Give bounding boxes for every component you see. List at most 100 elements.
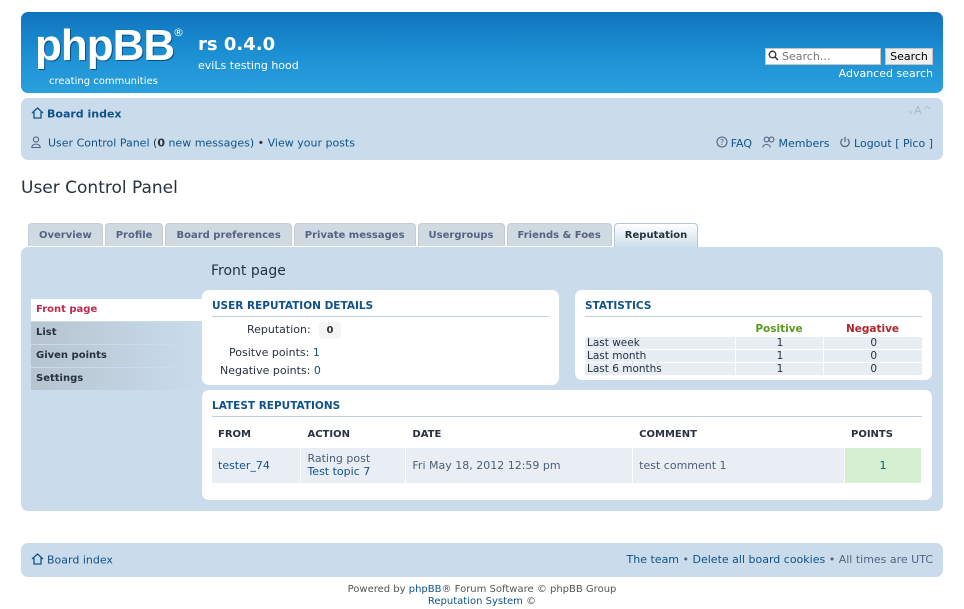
stats-period: Last month xyxy=(585,348,735,362)
tab-board-preferences[interactable]: Board preferences xyxy=(165,223,292,246)
reputation-system-credit: Reputation System © xyxy=(0,596,964,607)
search-icon xyxy=(768,50,782,64)
stats-negative: 0 xyxy=(822,335,922,349)
stats-period: Last week xyxy=(585,335,735,349)
logout-label: Logout [ Pico ] xyxy=(854,136,933,150)
powered-prefix: Powered by xyxy=(347,584,409,595)
search-field[interactable] xyxy=(765,48,881,65)
site-description: eviLs testing hood xyxy=(198,59,299,72)
tab-profile[interactable]: Profile xyxy=(104,223,164,246)
logo-registered-mark: ® xyxy=(173,26,184,39)
tab-overview[interactable]: Overview xyxy=(28,223,103,246)
stats-positive: 1 xyxy=(734,348,823,362)
positive-points-row: Positve points: 1 xyxy=(229,346,320,359)
footer-bar: Board index The team • Delete all board … xyxy=(21,543,943,577)
positive-points-label: Positve points: xyxy=(229,346,310,359)
faq-label: FAQ xyxy=(730,136,753,150)
svg-text:?: ? xyxy=(720,138,724,147)
footer-separator: • xyxy=(679,553,693,566)
ucp-tabs: Overview Profile Board preferences Priva… xyxy=(28,223,700,248)
timezone-text: All times are UTC xyxy=(838,553,933,566)
board-index-label: Board index xyxy=(47,107,122,121)
site-title: rs 0.4.0 xyxy=(198,34,276,55)
search-input[interactable] xyxy=(782,50,878,63)
positive-points-link[interactable]: 1 xyxy=(313,346,320,359)
col-comment: COMMENT xyxy=(632,423,845,448)
powered-suffix: ® Forum Software © phpBB Group xyxy=(441,584,617,595)
new-messages-count: 0 xyxy=(157,136,165,150)
ucp-panel: Front page List Given points Settings Fr… xyxy=(21,247,943,511)
sidebar-item-given-points[interactable]: Given points xyxy=(31,345,203,367)
power-icon xyxy=(839,136,851,151)
tab-reputation[interactable]: Reputation xyxy=(613,223,699,248)
stats-positive: 1 xyxy=(734,361,823,375)
sidebar-item-settings[interactable]: Settings xyxy=(31,368,203,390)
view-posts-link[interactable]: View your posts xyxy=(268,137,355,150)
reputation-label: Reputation: xyxy=(247,323,311,336)
rep-from-cell: tester_74 xyxy=(212,447,302,483)
rep-date: Fri May 18, 2012 12:59 pm xyxy=(405,447,634,483)
home-icon xyxy=(31,107,44,122)
stats-row: Last month 1 0 xyxy=(585,348,922,362)
reputation-system-suffix: © xyxy=(522,596,537,607)
negative-points-label: Negative points: xyxy=(220,364,311,377)
nav-right-links: ? FAQ Members Logout [ Pico ] xyxy=(710,136,933,151)
latest-reputations-table: FROM ACTION DATE COMMENT POINTS tester_7… xyxy=(212,423,922,483)
ucp-links: User Control Panel (0 new messages) • Vi… xyxy=(31,136,355,151)
statistics-title: STATISTICS xyxy=(585,300,922,317)
advanced-search-link[interactable]: Advanced search xyxy=(839,67,933,80)
sidebar-item-list[interactable]: List xyxy=(31,322,203,344)
members-link[interactable]: Members xyxy=(761,136,833,151)
rep-from-link[interactable]: tester_74 xyxy=(218,459,270,472)
new-messages-link[interactable]: new messages) xyxy=(165,137,254,150)
section-heading: Front page xyxy=(211,263,286,279)
tab-private-messages[interactable]: Private messages xyxy=(293,223,416,246)
help-icon: ? xyxy=(716,136,728,151)
search-button[interactable]: Search xyxy=(885,48,933,65)
phpbb-link[interactable]: phpBB xyxy=(409,584,442,595)
footer-right-links: The team • Delete all board cookies • Al… xyxy=(627,553,933,566)
rep-action-cell: Rating post Test topic 7 xyxy=(300,447,407,483)
ucp-link[interactable]: User Control Panel xyxy=(48,137,150,150)
navbar: Board index ᵥA^ User Control Panel (0 ne… xyxy=(21,98,943,160)
board-index-link[interactable]: Board index xyxy=(31,107,122,122)
members-icon xyxy=(761,136,776,151)
stats-row: Last 6 months 1 0 xyxy=(585,361,922,375)
faq-link[interactable]: ? FAQ xyxy=(716,136,756,151)
col-from: FROM xyxy=(212,423,302,448)
logo-tagline: creating communities xyxy=(49,76,158,87)
user-icon xyxy=(31,136,45,151)
logout-link[interactable]: Logout [ Pico ] xyxy=(839,137,933,150)
font-size-change[interactable]: ᵥA^ xyxy=(909,104,933,117)
stats-row: Last week 1 0 xyxy=(585,335,922,349)
stats-period: Last 6 months xyxy=(585,361,735,375)
rep-action-type: Rating post xyxy=(307,452,371,466)
negative-points-link[interactable]: 0 xyxy=(314,364,321,377)
nav-separator: • xyxy=(254,136,268,150)
rep-points: 1 xyxy=(844,447,922,483)
latest-reputations-title: LATEST REPUTATIONS xyxy=(212,400,922,417)
reputation-system-link[interactable]: Reputation System xyxy=(428,596,523,607)
tab-friends-foes[interactable]: Friends & Foes xyxy=(506,223,612,246)
col-points: POINTS xyxy=(844,423,922,448)
sidebar-item-front-page[interactable]: Front page xyxy=(31,299,203,321)
rep-action-topic-link[interactable]: Test topic 7 xyxy=(307,465,370,478)
tab-usergroups[interactable]: Usergroups xyxy=(417,223,505,246)
phpbb-logo[interactable]: phpBB ® creating communities xyxy=(35,21,185,88)
statistics-table: Positive Negative Last week 1 0 Last mon… xyxy=(585,323,922,375)
logo-text: phpBB xyxy=(35,21,175,70)
footer-board-index-label: Board index xyxy=(47,553,113,567)
page-title: User Control Panel xyxy=(21,178,178,198)
header-bar: phpBB ® creating communities rs 0.4.0 ev… xyxy=(21,12,943,93)
latest-reputations-box: LATEST REPUTATIONS FROM ACTION DATE COMM… xyxy=(202,390,932,500)
powered-by: Powered by phpBB® Forum Software © phpBB… xyxy=(0,584,964,595)
positive-header: Positive xyxy=(755,323,803,336)
stats-positive: 1 xyxy=(734,335,823,349)
team-link[interactable]: The team xyxy=(627,553,680,566)
rep-comment: test comment 1 xyxy=(632,447,845,483)
delete-cookies-link[interactable]: Delete all board cookies xyxy=(693,553,826,566)
table-row: tester_74 Rating post Test topic 7 Fri Ma… xyxy=(212,447,922,483)
col-action: ACTION xyxy=(300,423,407,448)
footer-board-index-link[interactable]: Board index xyxy=(31,553,113,568)
negative-header: Negative xyxy=(845,323,900,336)
